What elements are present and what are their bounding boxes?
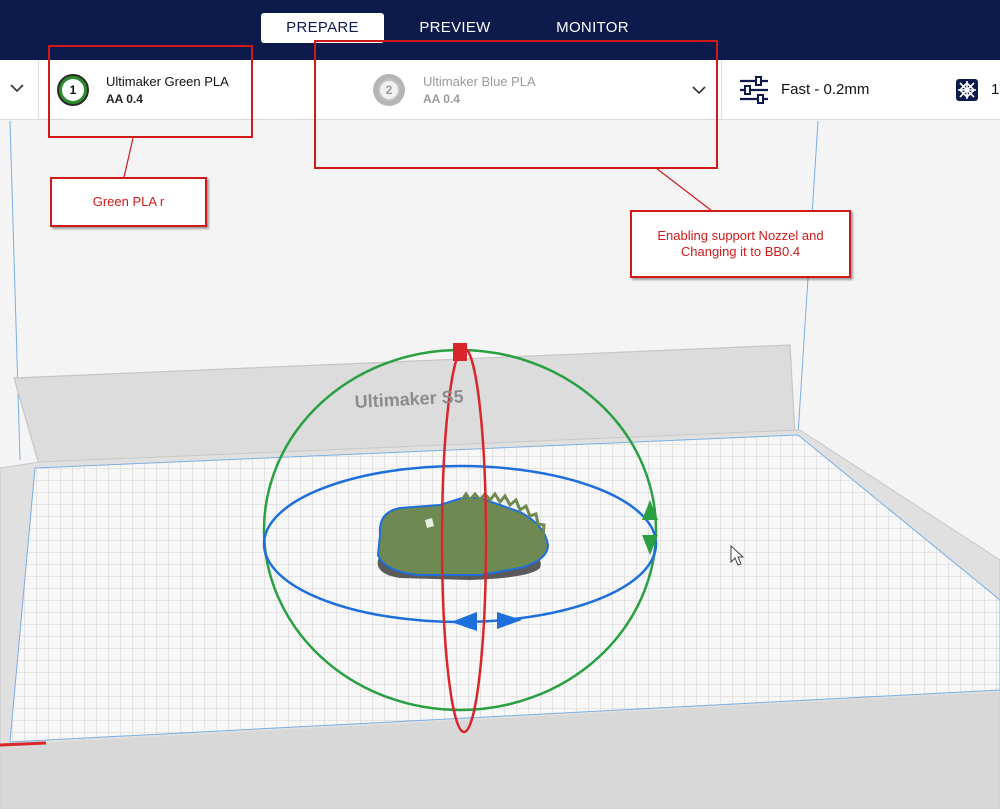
annotation-connectors xyxy=(121,137,713,212)
annotation-green-pla: Green PLA r xyxy=(50,177,207,227)
annotation-support-nozzle: Enabling support Nozzel and Changing it … xyxy=(630,210,851,278)
cura-window: PREPARE PREVIEW MONITOR 1 Ultimaker Gree… xyxy=(0,0,1000,809)
